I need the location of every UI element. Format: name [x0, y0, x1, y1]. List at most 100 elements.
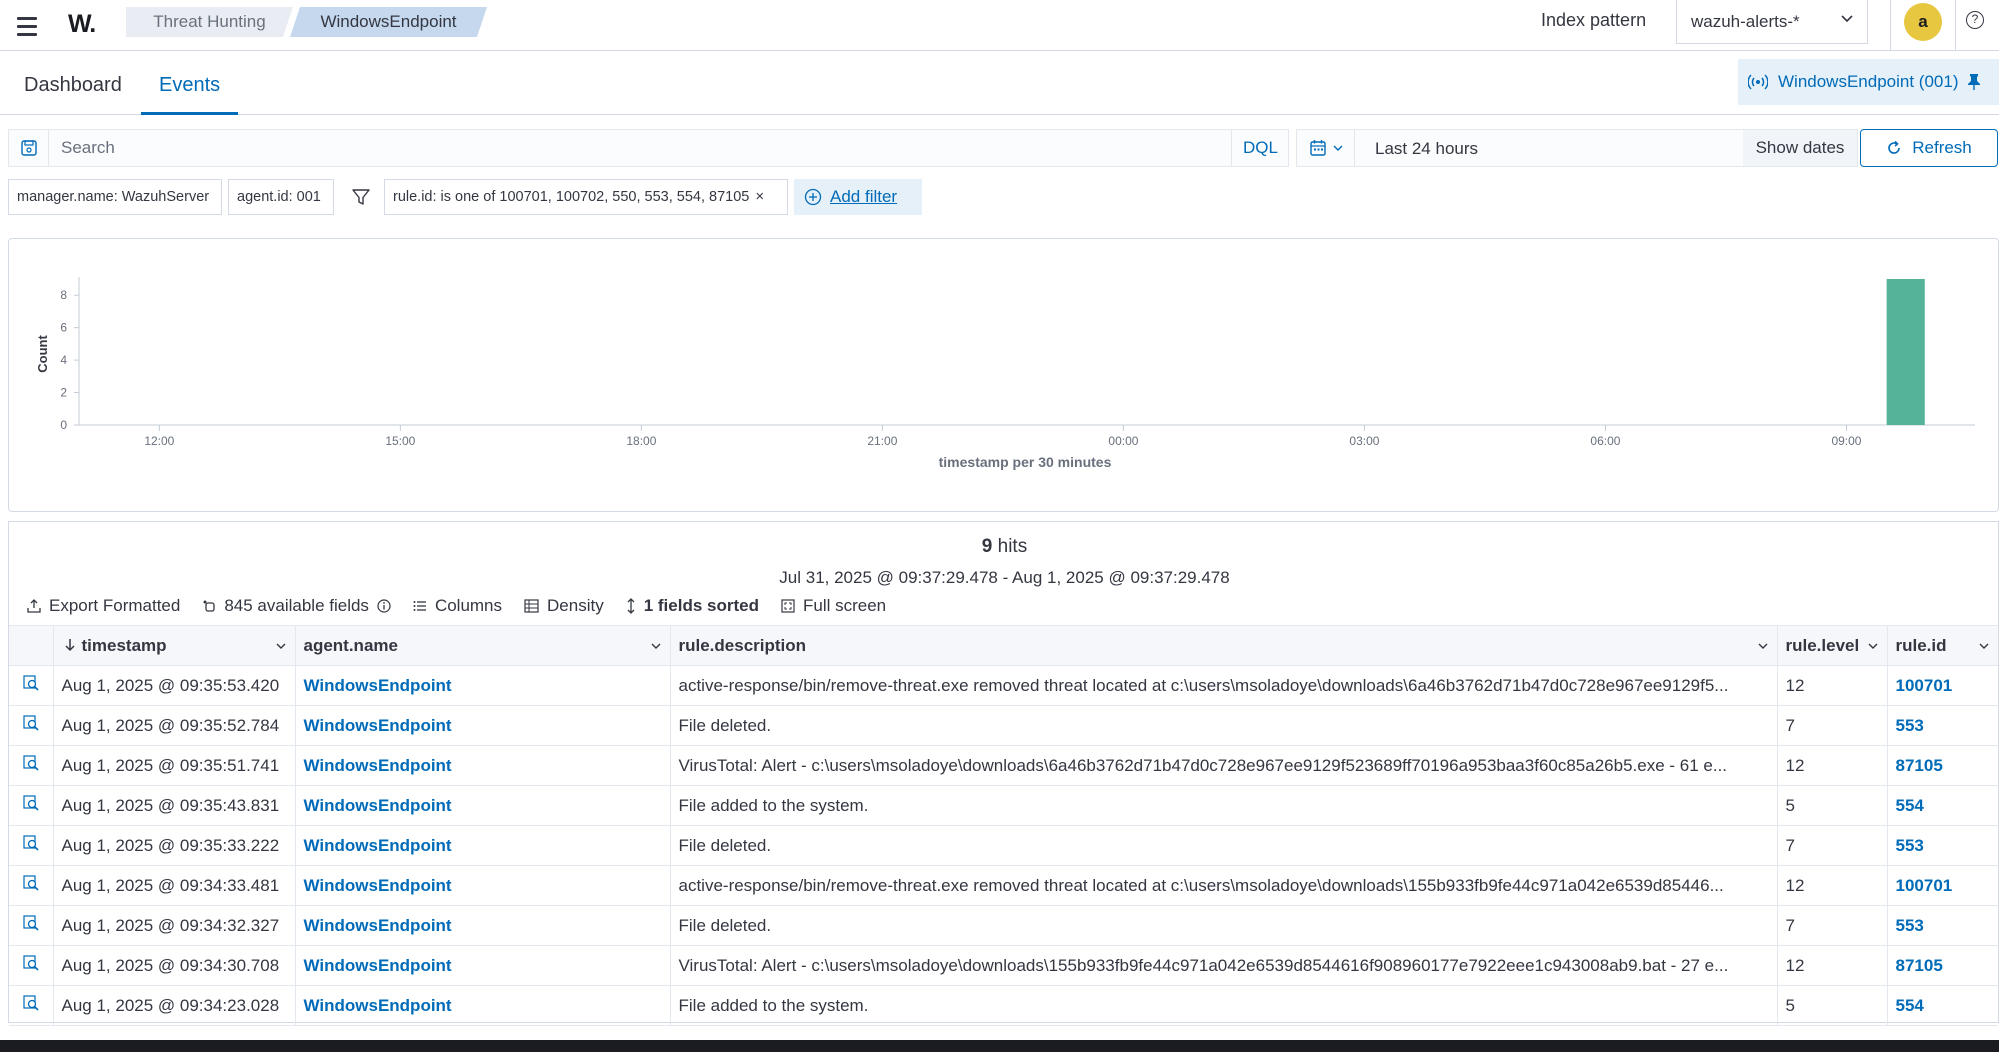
cell-rule-level: 7 — [1777, 705, 1888, 746]
info-icon — [377, 599, 391, 613]
inspect-document-button[interactable] — [9, 825, 54, 866]
column-header-agent-name[interactable]: agent.name — [295, 625, 671, 666]
columns-button[interactable]: Columns — [413, 596, 502, 616]
fullscreen-button[interactable]: Full screen — [781, 596, 886, 616]
table-row[interactable]: Aug 1, 2025 @ 09:35:43.831 WindowsEndpoin… — [9, 785, 1998, 826]
close-icon[interactable]: × — [755, 188, 764, 205]
density-button[interactable]: Density — [524, 596, 604, 616]
add-filter-label: Add filter — [830, 187, 898, 206]
inspect-document-button[interactable] — [9, 745, 54, 786]
top-header: W. Threat Hunting WindowsEndpoint Index … — [0, 0, 1999, 51]
table-row[interactable]: Aug 1, 2025 @ 09:35:33.222 WindowsEndpoin… — [9, 825, 1998, 866]
cell-rule-id[interactable]: 87105 — [1887, 945, 1998, 986]
cell-agent-name[interactable]: WindowsEndpoint — [295, 905, 671, 946]
inspect-document-button[interactable] — [9, 865, 54, 906]
cell-rule-id[interactable]: 553 — [1887, 825, 1998, 866]
fields-icon — [203, 600, 215, 612]
filter-pill-manager[interactable]: manager.name: WazuhServer — [8, 179, 222, 215]
histogram-bar[interactable] — [1886, 279, 1925, 425]
refresh-button[interactable]: Refresh — [1860, 129, 1998, 167]
search-input[interactable]: Search — [61, 138, 115, 158]
inspect-document-button[interactable] — [9, 945, 54, 986]
cell-agent-name[interactable]: WindowsEndpoint — [295, 745, 671, 786]
breadcrumb: Threat Hunting WindowsEndpoint — [126, 7, 487, 37]
chevron-down-icon[interactable] — [1757, 640, 1769, 652]
export-button[interactable]: Export Formatted — [27, 596, 180, 616]
inspect-document-button[interactable] — [9, 705, 54, 746]
table-row[interactable]: Aug 1, 2025 @ 09:34:23.028 WindowsEndpoin… — [9, 985, 1998, 1026]
chevron-down-icon[interactable] — [650, 640, 662, 652]
cell-timestamp: Aug 1, 2025 @ 09:35:51.741 — [53, 745, 296, 786]
tab-dashboard[interactable]: Dashboard — [24, 74, 122, 97]
filter-pill-rule-id[interactable]: rule.id: is one of 100701, 100702, 550, … — [384, 179, 788, 215]
wazuh-logo[interactable]: W. — [68, 10, 96, 39]
cell-rule-id[interactable]: 87105 — [1887, 745, 1998, 786]
inspect-document-button[interactable] — [9, 985, 54, 1026]
table-row[interactable]: Aug 1, 2025 @ 09:35:53.420 WindowsEndpoin… — [9, 665, 1998, 706]
cell-agent-name[interactable]: WindowsEndpoint — [295, 705, 671, 746]
table-row[interactable]: Aug 1, 2025 @ 09:34:32.327 WindowsEndpoin… — [9, 905, 1998, 946]
date-picker: Last 24 hours Show dates — [1296, 129, 1858, 167]
pinned-agent-badge[interactable]: WindowsEndpoint (001) — [1738, 59, 1999, 105]
add-filter-button[interactable]: Add filter — [794, 179, 922, 215]
x-tick-label: 09:00 — [1831, 434, 1861, 448]
filter-bar: manager.name: WazuhServer agent.id: 001 … — [8, 179, 1999, 215]
cell-agent-name[interactable]: WindowsEndpoint — [295, 865, 671, 906]
cell-rule-id[interactable]: 554 — [1887, 785, 1998, 826]
time-range-display[interactable]: Last 24 hours — [1375, 139, 1478, 159]
column-header-label: rule.level — [1785, 635, 1860, 655]
inspect-document-button[interactable] — [9, 665, 54, 706]
cell-rule-id[interactable]: 100701 — [1887, 865, 1998, 906]
available-fields-button[interactable]: 845 available fields — [202, 596, 391, 616]
avatar[interactable]: a — [1904, 3, 1942, 41]
menu-icon[interactable] — [12, 11, 42, 41]
cell-agent-name[interactable]: WindowsEndpoint — [295, 985, 671, 1026]
tab-events[interactable]: Events — [159, 74, 220, 97]
breadcrumb-threat-hunting[interactable]: Threat Hunting — [126, 7, 293, 37]
cell-timestamp: Aug 1, 2025 @ 09:34:33.481 — [53, 865, 296, 906]
inspect-icon — [23, 875, 39, 891]
histogram-chart[interactable]: 0 2 4 6 8 12:00 15:00 18:00 21:00 00:00 03:00 06:0… — [9, 239, 1998, 511]
table-row[interactable]: Aug 1, 2025 @ 09:34:33.481 WindowsEndpoin… — [9, 865, 1998, 906]
column-header-actions — [9, 625, 54, 666]
cell-rule-id[interactable]: 100701 — [1887, 665, 1998, 706]
table-row[interactable]: Aug 1, 2025 @ 09:35:51.741 WindowsEndpoin… — [9, 745, 1998, 786]
query-language-toggle[interactable]: DQL — [1231, 130, 1289, 166]
chevron-down-icon[interactable] — [1867, 640, 1879, 652]
inspect-icon — [23, 955, 39, 971]
filter-pill-agent-id[interactable]: agent.id: 001 — [228, 179, 334, 215]
inspect-document-button[interactable] — [9, 905, 54, 946]
inspect-document-button[interactable] — [9, 785, 54, 826]
help-icon[interactable]: ? — [1966, 11, 1984, 29]
cell-agent-name[interactable]: WindowsEndpoint — [295, 825, 671, 866]
filter-icon[interactable] — [351, 187, 371, 207]
fullscreen-icon — [781, 599, 795, 613]
sort-button[interactable]: 1 fields sorted — [626, 596, 759, 616]
cell-agent-name[interactable]: WindowsEndpoint — [295, 785, 671, 826]
saved-query-button[interactable] — [9, 130, 49, 166]
cell-agent-name[interactable]: WindowsEndpoint — [295, 945, 671, 986]
inspect-icon — [23, 795, 39, 811]
chevron-down-icon[interactable] — [1978, 640, 1990, 652]
chevron-down-icon[interactable] — [275, 640, 287, 652]
column-header-rule-level[interactable]: rule.level — [1777, 625, 1888, 666]
active-tab-indicator — [141, 112, 238, 115]
save-query-icon — [20, 140, 37, 156]
column-header-timestamp[interactable]: timestamp — [53, 625, 296, 666]
table-row[interactable]: Aug 1, 2025 @ 09:34:30.708 WindowsEndpoin… — [9, 945, 1998, 986]
pin-icon[interactable] — [1967, 73, 1981, 91]
quick-select-button[interactable] — [1297, 130, 1355, 166]
cell-agent-name[interactable]: WindowsEndpoint — [295, 665, 671, 706]
cell-rule-id[interactable]: 553 — [1887, 905, 1998, 946]
cell-rule-id[interactable]: 553 — [1887, 705, 1998, 746]
show-dates-button[interactable]: Show dates — [1743, 130, 1857, 166]
index-pattern-select[interactable]: wazuh-alerts-* — [1676, 0, 1868, 44]
column-header-rule-description[interactable]: rule.description — [670, 625, 1778, 666]
table-row[interactable]: Aug 1, 2025 @ 09:35:52.784 WindowsEndpoin… — [9, 705, 1998, 746]
column-header-rule-id[interactable]: rule.id — [1887, 625, 1998, 666]
breadcrumb-windows-endpoint[interactable]: WindowsEndpoint — [290, 7, 487, 37]
cell-timestamp: Aug 1, 2025 @ 09:35:52.784 — [53, 705, 296, 746]
cell-timestamp: Aug 1, 2025 @ 09:35:53.420 — [53, 665, 296, 706]
pinned-agent-label: WindowsEndpoint (001) — [1778, 72, 1959, 91]
cell-rule-id[interactable]: 554 — [1887, 985, 1998, 1026]
